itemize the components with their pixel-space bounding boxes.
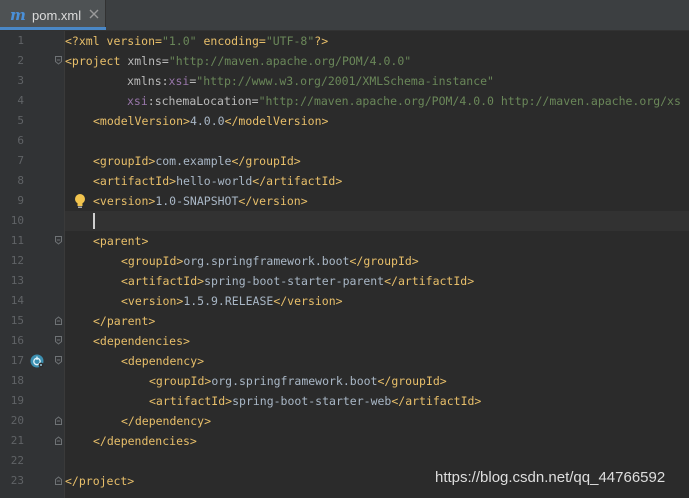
editor-tab-bar: m pom.xml xyxy=(0,0,689,31)
code-line: <parent> xyxy=(93,234,149,248)
code-line: <?xml version="1.0" encoding="UTF-8"?> xyxy=(65,34,329,48)
line-number: 2 xyxy=(17,54,24,67)
code-line: <groupId>org.springframework.boot</group… xyxy=(149,374,447,388)
fold-marker-icon[interactable] xyxy=(54,236,63,245)
code-line: </project> xyxy=(65,474,135,488)
line-number: 18 xyxy=(10,374,24,387)
code-line: <project xmlns="http://maven.apache.org/… xyxy=(65,54,412,68)
line-number: 1 xyxy=(17,34,24,47)
line-number: 7 xyxy=(17,154,24,167)
line-number: 15 xyxy=(10,314,24,327)
fold-marker-icon[interactable] xyxy=(54,436,63,445)
line-number: 19 xyxy=(10,394,24,407)
text-caret xyxy=(93,213,95,229)
code-line: <groupId>com.example</groupId> xyxy=(93,154,301,168)
code-line: <modelVersion>4.0.0</modelVersion> xyxy=(93,114,329,128)
watermark-text: https://blog.csdn.net/qq_44766592 xyxy=(435,469,666,486)
editor-window: m pom.xml 1 2 3 4 5 6 7 8 9 10 11 12 13 … xyxy=(0,0,689,498)
code-line: <artifactId>hello-world</artifactId> xyxy=(93,174,343,188)
line-number: 23 xyxy=(10,474,24,487)
line-number: 10 xyxy=(10,214,24,227)
line-number: 21 xyxy=(10,434,24,447)
line-number-gutter: 1 2 3 4 5 6 7 8 9 10 11 12 13 14 15 16 1… xyxy=(0,31,64,498)
maven-m-icon: m xyxy=(10,6,26,24)
line-number: 6 xyxy=(17,134,24,147)
code-line: <version>1.5.9.RELEASE</version> xyxy=(121,294,343,308)
tab-label: pom.xml xyxy=(32,8,82,23)
line-number: 14 xyxy=(10,294,24,307)
fold-marker-icon[interactable] xyxy=(54,336,63,345)
line-number: 12 xyxy=(10,254,24,267)
current-line-highlight xyxy=(65,211,689,231)
fold-marker-icon[interactable] xyxy=(54,316,63,325)
tab-pom-xml[interactable]: m pom.xml xyxy=(0,0,106,30)
fold-marker-icon[interactable] xyxy=(54,476,63,485)
fold-marker-icon[interactable] xyxy=(54,416,63,425)
line-number: 9 xyxy=(17,194,24,207)
code-line: </dependencies> xyxy=(93,434,197,448)
code-line: <groupId>org.springframework.boot</group… xyxy=(121,254,419,268)
line-number: 22 xyxy=(10,454,24,467)
line-number: 8 xyxy=(17,174,24,187)
fold-marker-icon[interactable] xyxy=(54,356,63,365)
code-line: </dependency> xyxy=(121,414,212,428)
line-number: 4 xyxy=(17,94,24,107)
code-line: <artifactId>spring-boot-starter-parent</… xyxy=(121,274,475,288)
line-number: 11 xyxy=(10,234,24,247)
line-number: 17 xyxy=(10,354,24,367)
code-line: <dependencies> xyxy=(93,334,190,348)
close-icon[interactable] xyxy=(88,8,100,20)
line-number: 13 xyxy=(10,274,24,287)
line-number: 20 xyxy=(10,414,24,427)
code-line: <artifactId>spring-boot-starter-web</art… xyxy=(149,394,482,408)
spring-boot-icon[interactable] xyxy=(30,354,44,368)
active-tab-indicator xyxy=(0,27,106,30)
code-editor[interactable]: <?xml version="1.0" encoding="UTF-8"?> <… xyxy=(65,31,689,498)
code-line: xsi:schemaLocation="http://maven.apache.… xyxy=(127,94,681,108)
code-line: <dependency> xyxy=(121,354,205,368)
fold-marker-icon[interactable] xyxy=(54,56,63,65)
code-line: xmlns:xsi="http://www.w3.org/2001/XMLSch… xyxy=(127,74,494,88)
line-number: 5 xyxy=(17,114,24,127)
line-number: 3 xyxy=(17,74,24,87)
code-line: <version>1.0-SNAPSHOT</version> xyxy=(93,194,308,208)
line-number: 16 xyxy=(10,334,24,347)
code-line: </parent> xyxy=(93,314,156,328)
